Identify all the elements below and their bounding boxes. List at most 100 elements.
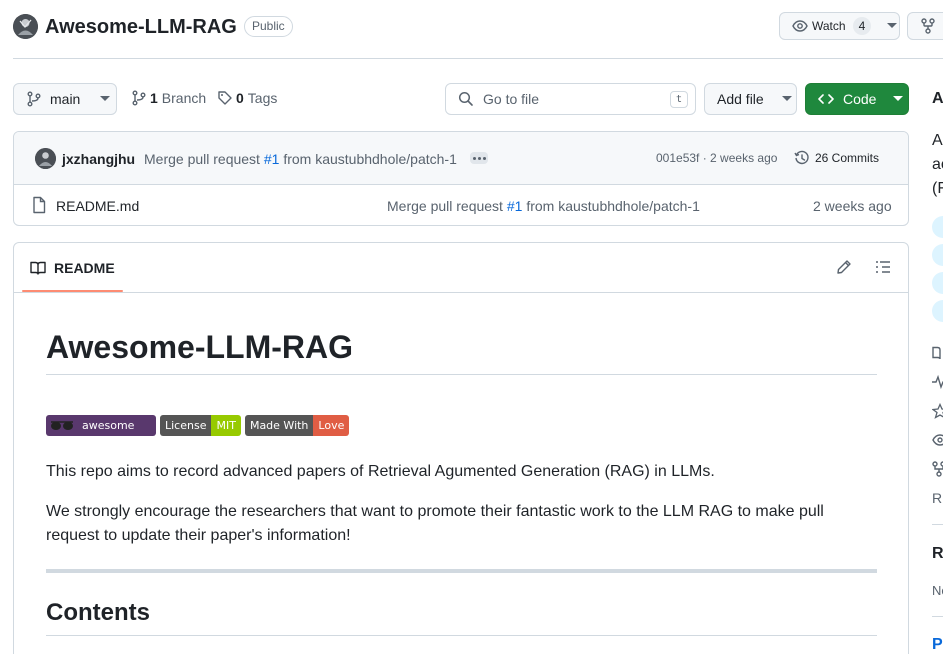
made-with-love-badge[interactable]: Made With Love [244, 415, 350, 436]
activity-icon[interactable] [932, 374, 943, 390]
outline-button[interactable] [875, 259, 891, 275]
edit-file-button[interactable] [836, 259, 852, 275]
file-age: 2 weeks ago [813, 198, 892, 214]
branch-selector[interactable]: main [13, 83, 117, 115]
fork-icon[interactable] [932, 461, 943, 477]
commit-message-prefix: Merge pull request [144, 151, 260, 167]
fork-button[interactable] [907, 12, 943, 40]
chevron-down-icon [887, 23, 898, 29]
search-icon [458, 91, 474, 107]
sunglasses-icon [50, 420, 74, 432]
commit-author[interactable]: jxzhangjhu [62, 151, 135, 167]
about-line: ac [932, 156, 943, 173]
heading-divider [46, 374, 877, 375]
book-icon [30, 260, 46, 276]
awesome-badge[interactable]: awesome [46, 415, 156, 436]
badge-row: awesome License MIT Made With Love [46, 415, 350, 436]
tag-label: Tags [247, 90, 278, 106]
watch-label: Watch [812, 19, 846, 33]
book-icon[interactable] [932, 345, 943, 361]
code-icon [818, 91, 834, 107]
author-avatar[interactable] [35, 148, 56, 169]
commits-history-link[interactable]: 26 Commits [794, 150, 879, 166]
latest-commit-bar: jxzhangjhu Merge pull request #1 from ka… [14, 132, 908, 185]
contents-heading: Contents [46, 599, 150, 626]
add-file-button[interactable]: Add file [704, 83, 797, 115]
keyboard-shortcut-hint: t [670, 91, 688, 108]
tab-readme[interactable]: README [30, 260, 115, 276]
no-releases-text: No [932, 583, 943, 598]
readme-tabbar: README [14, 243, 908, 293]
readme-panel: README Awesome-LLM-RAG awesome License M… [13, 242, 909, 654]
eye-icon [792, 18, 808, 34]
owner-avatar[interactable] [13, 14, 38, 39]
branch-label: Branch [161, 90, 207, 106]
pull-request-link[interactable]: #1 [507, 198, 523, 214]
history-icon [794, 150, 810, 166]
file-commit-suffix: from kaustubhdhole/patch-1 [526, 198, 700, 214]
add-file-label: Add file [717, 91, 764, 107]
topic-tag[interactable] [932, 300, 943, 322]
branches-link[interactable]: 1 Branch [131, 90, 206, 106]
section-divider [46, 569, 877, 573]
sidebar-divider [932, 616, 943, 617]
awesome-badge-label: awesome [82, 419, 135, 432]
branch-icon [26, 91, 42, 107]
code-label: Code [843, 91, 877, 107]
about-line: A [932, 132, 943, 149]
file-browser: jxzhangjhu Merge pull request #1 from ka… [13, 131, 909, 226]
chevron-down-icon [893, 96, 904, 102]
file-commit-message[interactable]: Merge pull request #1 from kaustubhdhole… [387, 198, 700, 214]
report-link[interactable]: R [932, 490, 942, 506]
branch-icon [131, 90, 147, 106]
heading-divider [46, 635, 877, 636]
license-badge-left: License [160, 415, 212, 436]
visibility-badge: Public [244, 16, 293, 37]
repo-title[interactable]: Awesome-LLM-RAG [45, 14, 237, 40]
commit-hash-age[interactable]: 001e53f · 2 weeks ago [656, 151, 777, 165]
branch-count: 1 [150, 90, 158, 106]
pull-request-link[interactable]: #1 [264, 151, 280, 167]
active-tab-indicator [22, 290, 123, 292]
chevron-down-icon [781, 96, 792, 102]
sidebar-divider [932, 524, 943, 525]
topic-tag[interactable] [932, 216, 943, 238]
about-heading: A [932, 90, 943, 107]
made-with-badge-left: Made With [244, 415, 314, 436]
topic-tag[interactable] [932, 272, 943, 294]
star-icon[interactable] [932, 403, 943, 419]
branch-name: main [50, 91, 81, 107]
made-with-badge-right: Love [313, 415, 350, 436]
license-badge[interactable]: License MIT [160, 415, 241, 436]
readme-paragraph: We strongly encourage the researchers th… [46, 503, 824, 544]
releases-heading[interactable]: R [932, 545, 943, 563]
topic-tag[interactable] [932, 244, 943, 266]
license-badge-right: MIT [211, 415, 241, 436]
commit-message-suffix: from kaustubhdhole/patch-1 [283, 151, 457, 167]
header-divider [13, 58, 943, 59]
tag-icon [217, 90, 233, 106]
expand-commit-button[interactable] [470, 152, 488, 164]
packages-heading[interactable]: P [932, 636, 943, 654]
tag-count: 0 [236, 90, 244, 106]
about-description: A ac (F [932, 129, 943, 201]
readme-tab-label: README [54, 260, 115, 276]
watch-count: 4 [852, 17, 872, 35]
readme-title: Awesome-LLM-RAG [46, 329, 353, 365]
go-to-file-input[interactable]: Go to file t [445, 83, 696, 115]
fork-icon [921, 18, 935, 34]
commits-label: 26 Commits [815, 151, 880, 165]
eye-icon[interactable] [932, 432, 943, 448]
file-name-link[interactable]: README.md [56, 198, 139, 214]
readme-paragraph: This repo aims to record advanced papers… [46, 463, 715, 480]
chevron-down-icon [100, 96, 111, 102]
code-button[interactable]: Code [805, 83, 909, 115]
commit-message[interactable]: Merge pull request #1 from kaustubhdhole… [144, 151, 457, 167]
tags-link[interactable]: 0 Tags [217, 90, 277, 106]
about-line: (F [932, 180, 943, 197]
watch-button[interactable]: Watch 4 [779, 12, 900, 40]
file-commit-prefix: Merge pull request [387, 198, 503, 214]
pencil-icon [836, 259, 852, 275]
list-icon [875, 259, 891, 275]
file-icon [31, 196, 47, 214]
